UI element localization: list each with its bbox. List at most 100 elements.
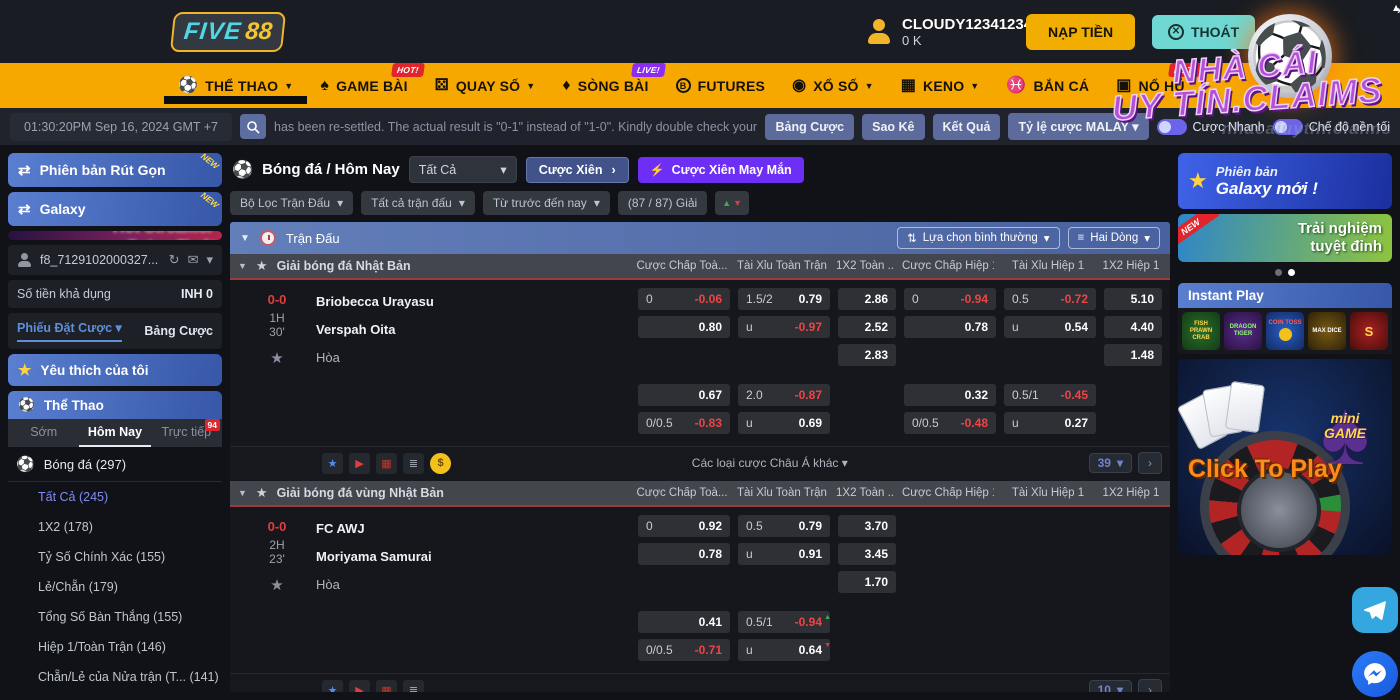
odds-cell[interactable]: 0.41	[638, 611, 730, 633]
odds-cell[interactable]: 2.83	[838, 344, 896, 366]
next-page-button[interactable]: ›	[1138, 452, 1162, 474]
market-item[interactable]: Chẵn/Lẻ của Nửa trận (T... (141)	[8, 662, 222, 692]
market-count-select[interactable]: 10▾	[1089, 680, 1132, 692]
odds-cell[interactable]: 1.70	[838, 571, 896, 593]
results-button[interactable]: Kết Quả	[933, 114, 1001, 140]
odds-cell[interactable]: 0.5/1-0.94▲	[738, 611, 830, 633]
market-item[interactable]: Lẻ/Chẵn (179)	[8, 572, 222, 602]
game-tile-dragon-tiger[interactable]: DRAGON TIGER	[1224, 312, 1262, 350]
market-item[interactable]: Hiệp 1/Toàn Trận (146)	[8, 632, 222, 662]
view-mode-select[interactable]: ⇅Lựa chọn bình thường▾	[897, 227, 1059, 249]
lineup-icon[interactable]: ≣	[403, 680, 424, 693]
more-bets-dropdown[interactable]: Các loại cược Châu Á khác ▾	[457, 456, 1083, 470]
time-range-dropdown[interactable]: Từ trước đến nay▾	[483, 191, 610, 215]
nav-item-song-bai[interactable]: ♦SÒNG BÀILIVE!	[562, 78, 648, 94]
user-id-row[interactable]: f8_7129102000327... ↻ ✉ ▾	[8, 245, 222, 275]
bet-list-button[interactable]: Bảng Cược	[765, 114, 854, 140]
game-tile-xoc-dia[interactable]: S	[1350, 312, 1388, 350]
lucky-parlay-button[interactable]: ⚡Cược Xiên May Mắn	[638, 157, 804, 183]
market-item[interactable]: Tỷ Số Chính Xác (155)	[8, 542, 222, 572]
live-stream-icon[interactable]: ▶	[349, 680, 370, 693]
odds-cell[interactable]: 2.86	[838, 288, 896, 310]
toggle-switch[interactable]	[1273, 119, 1303, 135]
nav-item-quay-so[interactable]: ⚄QUAY SỐ▼	[435, 78, 536, 94]
favorite-icon-button[interactable]: ★	[322, 680, 343, 693]
odds-cell[interactable]: 0/0.5-0.83	[638, 412, 730, 434]
next-page-button[interactable]: ›	[1138, 679, 1162, 692]
odds-cell[interactable]: 0.5/1-0.45	[1004, 384, 1096, 406]
sport-football-row[interactable]: ⚽ Bóng đá (297)	[8, 447, 222, 482]
market-count-select[interactable]: 39▾	[1089, 453, 1132, 473]
match-filter-dropdown[interactable]: Bộ Lọc Trận Đấu▾	[230, 191, 353, 215]
market-item[interactable]: 1X2 (178)	[8, 512, 222, 542]
site-logo[interactable]: FIVE 88	[170, 12, 286, 52]
dark-mode-toggle[interactable]: Chế độ nền tối	[1273, 119, 1390, 135]
mini-game-banner[interactable]: ♠ miniGAME Click To Play	[1178, 359, 1392, 555]
coin-icon[interactable]: $	[430, 453, 451, 474]
odds-cell[interactable]: 00.92	[638, 515, 730, 537]
logout-button[interactable]: ✕ THOÁT	[1152, 15, 1255, 49]
odds-cell[interactable]: 0/0.5-0.48	[904, 412, 996, 434]
favorite-star-icon[interactable]: ★	[270, 349, 283, 367]
refresh-icon[interactable]: ↻	[169, 252, 180, 268]
game-tile-coin-toss[interactable]: COIN TOSS	[1266, 312, 1304, 350]
mail-icon[interactable]: ✉	[188, 252, 199, 268]
nav-item-futures[interactable]: BFUTURES	[676, 78, 766, 94]
odds-cell[interactable]: u0.54	[1004, 316, 1096, 338]
click-to-play-label[interactable]: Click To Play	[1188, 455, 1342, 484]
odds-cell[interactable]: 0-0.94	[904, 288, 996, 310]
carousel-dots[interactable]	[1178, 267, 1392, 278]
search-button[interactable]	[240, 114, 266, 139]
chevron-down-icon[interactable]: ▾	[206, 252, 213, 268]
odds-cell[interactable]: 4.40	[1104, 316, 1162, 338]
odds-cell[interactable]: 0.78	[638, 543, 730, 565]
messenger-button[interactable]	[1352, 651, 1398, 697]
favorites-button[interactable]: ★ Yêu thích của tôi ›	[8, 354, 222, 386]
deposit-button[interactable]: NẠP TIỀN	[1026, 14, 1135, 50]
statistics-icon[interactable]: ▦	[376, 453, 397, 474]
statement-button[interactable]: Sao Kê	[862, 114, 924, 140]
nav-item-the-thao[interactable]: ⚽THỂ THAO▼	[178, 78, 293, 94]
quick-bet-toggle[interactable]: Cược Nhanh	[1157, 119, 1265, 135]
hot-streamer-banner[interactable]: Hot Streamer Tường Thuật	[8, 231, 222, 240]
lineup-icon[interactable]: ≣	[403, 453, 424, 474]
all-matches-dropdown[interactable]: Tất cả trận đấu▾	[361, 191, 475, 215]
telegram-button[interactable]	[1352, 587, 1398, 633]
market-item[interactable]: Tổng Số Bàn Thắng (155)	[8, 602, 222, 632]
odds-cell[interactable]: 0.78	[904, 316, 996, 338]
chevron-down-icon[interactable]: ▼	[240, 233, 250, 244]
odds-type-select[interactable]: Tỷ lệ cược MALAY ▾	[1008, 113, 1148, 140]
odds-cell[interactable]: 3.70	[838, 515, 896, 537]
favorite-star-icon[interactable]: ★	[256, 258, 268, 274]
sports-section-header[interactable]: ⚽ Thể Thao ▲	[8, 391, 222, 419]
favorite-star-icon[interactable]: ★	[256, 485, 268, 501]
odds-cell[interactable]: u-0.97	[738, 316, 830, 338]
nav-item-xo-so[interactable]: ◉XỔ SỐ▼	[792, 78, 874, 94]
market-item[interactable]: Tất Cả (245)	[8, 482, 222, 512]
odds-cell[interactable]: 2.0-0.87	[738, 384, 830, 406]
tab-truc-tiep[interactable]: Trực tiếp94	[151, 419, 222, 447]
toggle-switch[interactable]	[1157, 119, 1187, 135]
sort-button[interactable]: ▲▼	[715, 191, 749, 215]
bet-slip-tab[interactable]: Phiếu Đặt Cược ▾	[17, 320, 122, 342]
compact-version-button[interactable]: ⇄Phiên bản Rút GọnNEW	[8, 153, 222, 187]
rows-mode-select[interactable]: ≡Hai Dòng▾	[1068, 227, 1160, 249]
odds-cell[interactable]: 1.5/20.79	[738, 288, 830, 310]
nav-item-ban-ca[interactable]: ♓BẮN CÁ	[1006, 78, 1089, 94]
odds-cell[interactable]: u0.69	[738, 412, 830, 434]
game-tile-max-dice[interactable]: MAX DICE	[1308, 312, 1346, 350]
odds-cell[interactable]: 0-0.06	[638, 288, 730, 310]
odds-cell[interactable]: u0.27	[1004, 412, 1096, 434]
tab-som[interactable]: Sớm	[8, 419, 79, 447]
odds-cell[interactable]: 0.67	[638, 384, 730, 406]
nav-item-game-bai[interactable]: ♠GAME BÀIHOT!	[320, 78, 407, 94]
galaxy-version-button[interactable]: ⇄GalaxyNEW	[8, 192, 222, 226]
odds-cell[interactable]: 1.48	[1104, 344, 1162, 366]
league-filter-select[interactable]: Tất Cả▾	[409, 156, 517, 183]
galaxy-promo-banner[interactable]: ★ Phiên bản Galaxy mới !	[1178, 153, 1392, 209]
odds-cell[interactable]: 0.5-0.72	[1004, 288, 1096, 310]
chevron-down-icon[interactable]: ▼	[238, 488, 247, 498]
chevron-down-icon[interactable]: ▼	[238, 261, 247, 271]
odds-cell[interactable]: u0.91	[738, 543, 830, 565]
bet-list-tab[interactable]: Bảng Cược	[144, 324, 213, 338]
